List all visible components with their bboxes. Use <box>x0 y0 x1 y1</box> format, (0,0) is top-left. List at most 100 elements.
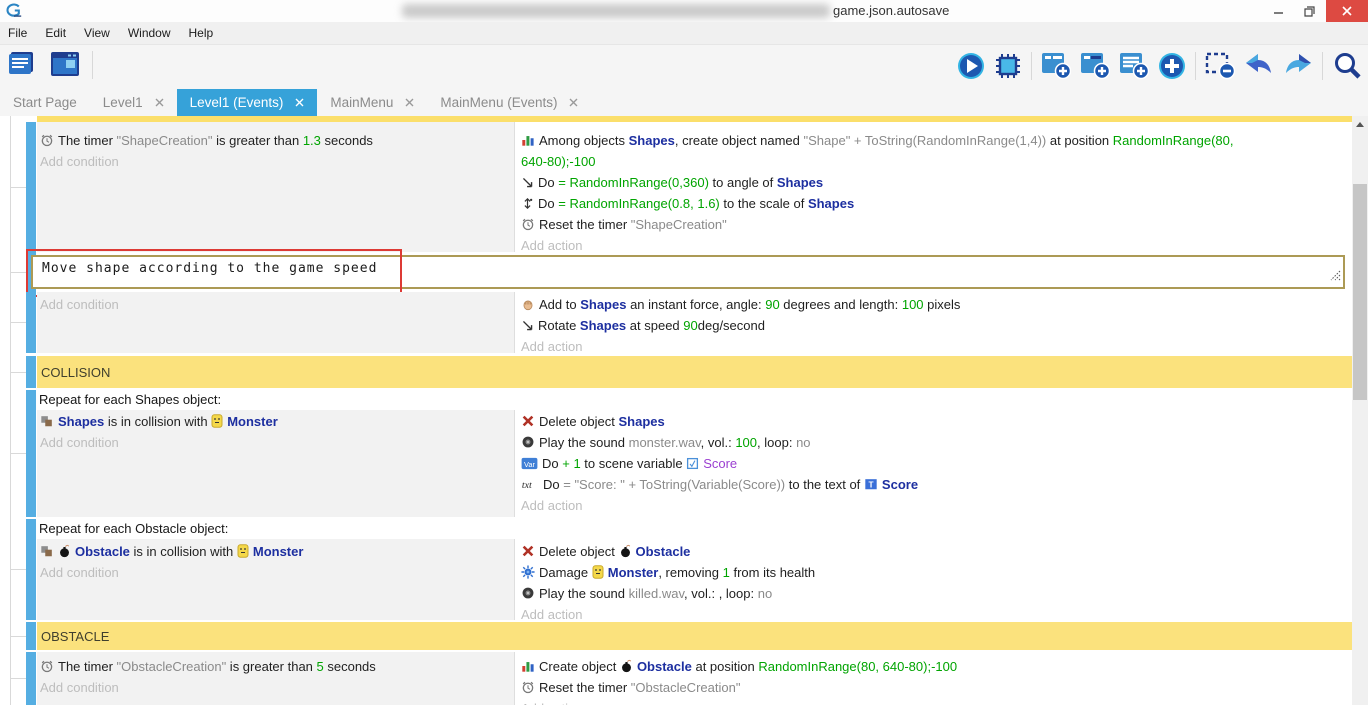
restore-button[interactable] <box>1292 0 1326 22</box>
svg-text:txt: txt <box>522 480 532 491</box>
event-selection-bar[interactable] <box>26 390 36 517</box>
text-segment: Obstacle <box>637 659 692 674</box>
scrollbar-thumb[interactable] <box>1353 184 1367 400</box>
text-segment: Monster <box>253 544 304 559</box>
action-line[interactable]: Play the sound killed.wav, vol.: , loop:… <box>521 583 1352 604</box>
close-tab-icon[interactable] <box>569 98 578 107</box>
action-line[interactable]: Do = RandomInRange(0.8, 1.6) to the scal… <box>521 193 1352 214</box>
event-selection-bar[interactable] <box>26 122 36 252</box>
action-line[interactable]: Delete object Shapes <box>521 411 1352 432</box>
rotate-icon <box>521 315 534 336</box>
project-manager-icon[interactable] <box>8 50 40 80</box>
add-event-icon[interactable] <box>1041 52 1071 80</box>
add-action[interactable]: Add action <box>521 495 1352 516</box>
event-selection-bar[interactable] <box>26 519 36 620</box>
menu-bar: File Edit View Window Help <box>0 22 1368 45</box>
action-line[interactable]: VarDo + 1 to scene variable Score <box>521 453 1352 474</box>
comment-editor[interactable]: Move shape according to the game speed <box>31 255 1345 289</box>
preview-play-icon[interactable] <box>957 52 985 80</box>
repeat-header[interactable]: Repeat for each Obstacle object: <box>37 519 1352 539</box>
text-segment: , vol.: , loop: <box>684 586 758 601</box>
close-tab-icon[interactable] <box>155 98 164 107</box>
text-segment: Monster <box>608 565 659 580</box>
text-segment: Shapes <box>619 414 665 429</box>
text-segment: Play the sound <box>539 586 629 601</box>
action-line[interactable]: Do = RandomInRange(0,360) to angle of Sh… <box>521 172 1352 193</box>
tree-tick <box>10 187 26 188</box>
condition-line[interactable]: Obstacle is in collision with Monster <box>40 541 514 562</box>
health-icon <box>521 562 535 583</box>
text-segment: Among objects <box>539 133 629 148</box>
close-tab-icon[interactable] <box>295 98 304 107</box>
text-segment: , vol.: <box>701 435 736 450</box>
add-condition[interactable]: Add condition <box>40 562 514 583</box>
action-line[interactable]: Rotate Shapes at speed 90deg/second <box>521 315 1352 336</box>
text-segment: 1 <box>723 565 730 580</box>
debugger-icon[interactable] <box>994 52 1022 80</box>
tab-level1-events[interactable]: Level1 (Events) <box>177 89 318 116</box>
menu-edit[interactable]: Edit <box>36 26 75 40</box>
add-subevent-icon[interactable] <box>1080 52 1110 80</box>
minimize-button[interactable] <box>1262 0 1296 22</box>
action-line[interactable]: Play the sound monster.wav, vol.: 100, l… <box>521 432 1352 453</box>
tab-level1[interactable]: Level1 <box>90 89 177 116</box>
scene-editor-icon[interactable] <box>50 50 82 80</box>
action-line[interactable]: txtDo = "Score: " + ToString(Variable(Sc… <box>521 474 1352 495</box>
action-line[interactable]: Add to Shapes an instant force, angle: 9… <box>521 294 1352 315</box>
delete-event-icon[interactable] <box>1205 52 1235 80</box>
action-line[interactable]: Create object Obstacle at position Rando… <box>521 656 1352 677</box>
condition-line[interactable]: The timer "ShapeCreation" is greater tha… <box>40 130 514 151</box>
variable-icon: Var <box>521 453 538 474</box>
tab-start-page[interactable]: Start Page <box>0 89 90 116</box>
tab-bar: Start Page Level1 Level1 (Events) MainMe… <box>0 86 1368 116</box>
collision-icon <box>40 411 54 432</box>
event-selection-bar[interactable] <box>26 356 36 388</box>
condition-line[interactable]: The timer "ObstacleCreation" is greater … <box>40 656 514 677</box>
event-selection-bar[interactable] <box>26 622 36 650</box>
action-line[interactable]: Reset the timer "ObstacleCreation" <box>521 677 1352 698</box>
tab-label: Level1 <box>103 95 143 110</box>
add-condition[interactable]: Add condition <box>40 294 514 315</box>
add-condition[interactable]: Add condition <box>40 432 514 453</box>
tab-mainmenu[interactable]: MainMenu <box>317 89 427 116</box>
action-line[interactable]: Among objects Shapes, create object name… <box>521 130 1243 172</box>
redo-icon[interactable] <box>1283 52 1313 80</box>
comment-text[interactable]: Move shape according to the game speed <box>42 261 377 276</box>
tab-mainmenu-events[interactable]: MainMenu (Events) <box>427 89 591 116</box>
resize-grip-icon[interactable] <box>1330 268 1341 286</box>
tree-line <box>10 116 11 705</box>
search-icon[interactable] <box>1332 51 1362 81</box>
group-banner-obstacle[interactable]: OBSTACLE <box>26 622 1352 650</box>
action-line[interactable]: Reset the timer "ShapeCreation" <box>521 214 1352 235</box>
add-action[interactable]: Add action <box>521 336 1352 357</box>
menu-help[interactable]: Help <box>180 26 223 40</box>
scroll-up-arrow[interactable] <box>1352 116 1368 132</box>
gdevelop-window: game.json.autosave File Edit View Window… <box>0 0 1368 705</box>
vertical-scrollbar[interactable] <box>1352 116 1368 705</box>
condition-line[interactable]: Shapes is in collision with Monster <box>40 411 514 432</box>
add-comment-icon[interactable] <box>1119 52 1149 80</box>
close-tab-icon[interactable] <box>405 98 414 107</box>
menu-window[interactable]: Window <box>119 26 180 40</box>
group-banner-collision[interactable]: COLLISION <box>26 356 1352 388</box>
menu-file[interactable]: File <box>0 26 36 40</box>
text-segment: degrees and length: <box>780 297 902 312</box>
svg-text:T: T <box>868 480 873 490</box>
event-selection-bar[interactable] <box>26 652 36 705</box>
add-condition[interactable]: Add condition <box>40 151 514 172</box>
tab-label: Start Page <box>13 95 77 110</box>
text-segment: Shapes <box>629 133 675 148</box>
text-segment: Shapes <box>58 414 104 429</box>
text-segment: Shapes <box>580 318 626 333</box>
undo-icon[interactable] <box>1244 52 1274 80</box>
close-button[interactable] <box>1326 0 1368 22</box>
repeat-header[interactable]: Repeat for each Shapes object: <box>37 390 1352 410</box>
tree-tick <box>10 569 26 570</box>
menu-view[interactable]: View <box>75 26 119 40</box>
action-line[interactable]: Damage Monster, removing 1 from its heal… <box>521 562 1352 583</box>
add-condition[interactable]: Add condition <box>40 677 514 698</box>
event-selection-bar[interactable] <box>26 292 36 353</box>
add-other-event-icon[interactable] <box>1158 52 1186 80</box>
action-line[interactable]: Delete object Obstacle <box>521 541 1352 562</box>
add-action[interactable]: Add action <box>521 698 1352 705</box>
